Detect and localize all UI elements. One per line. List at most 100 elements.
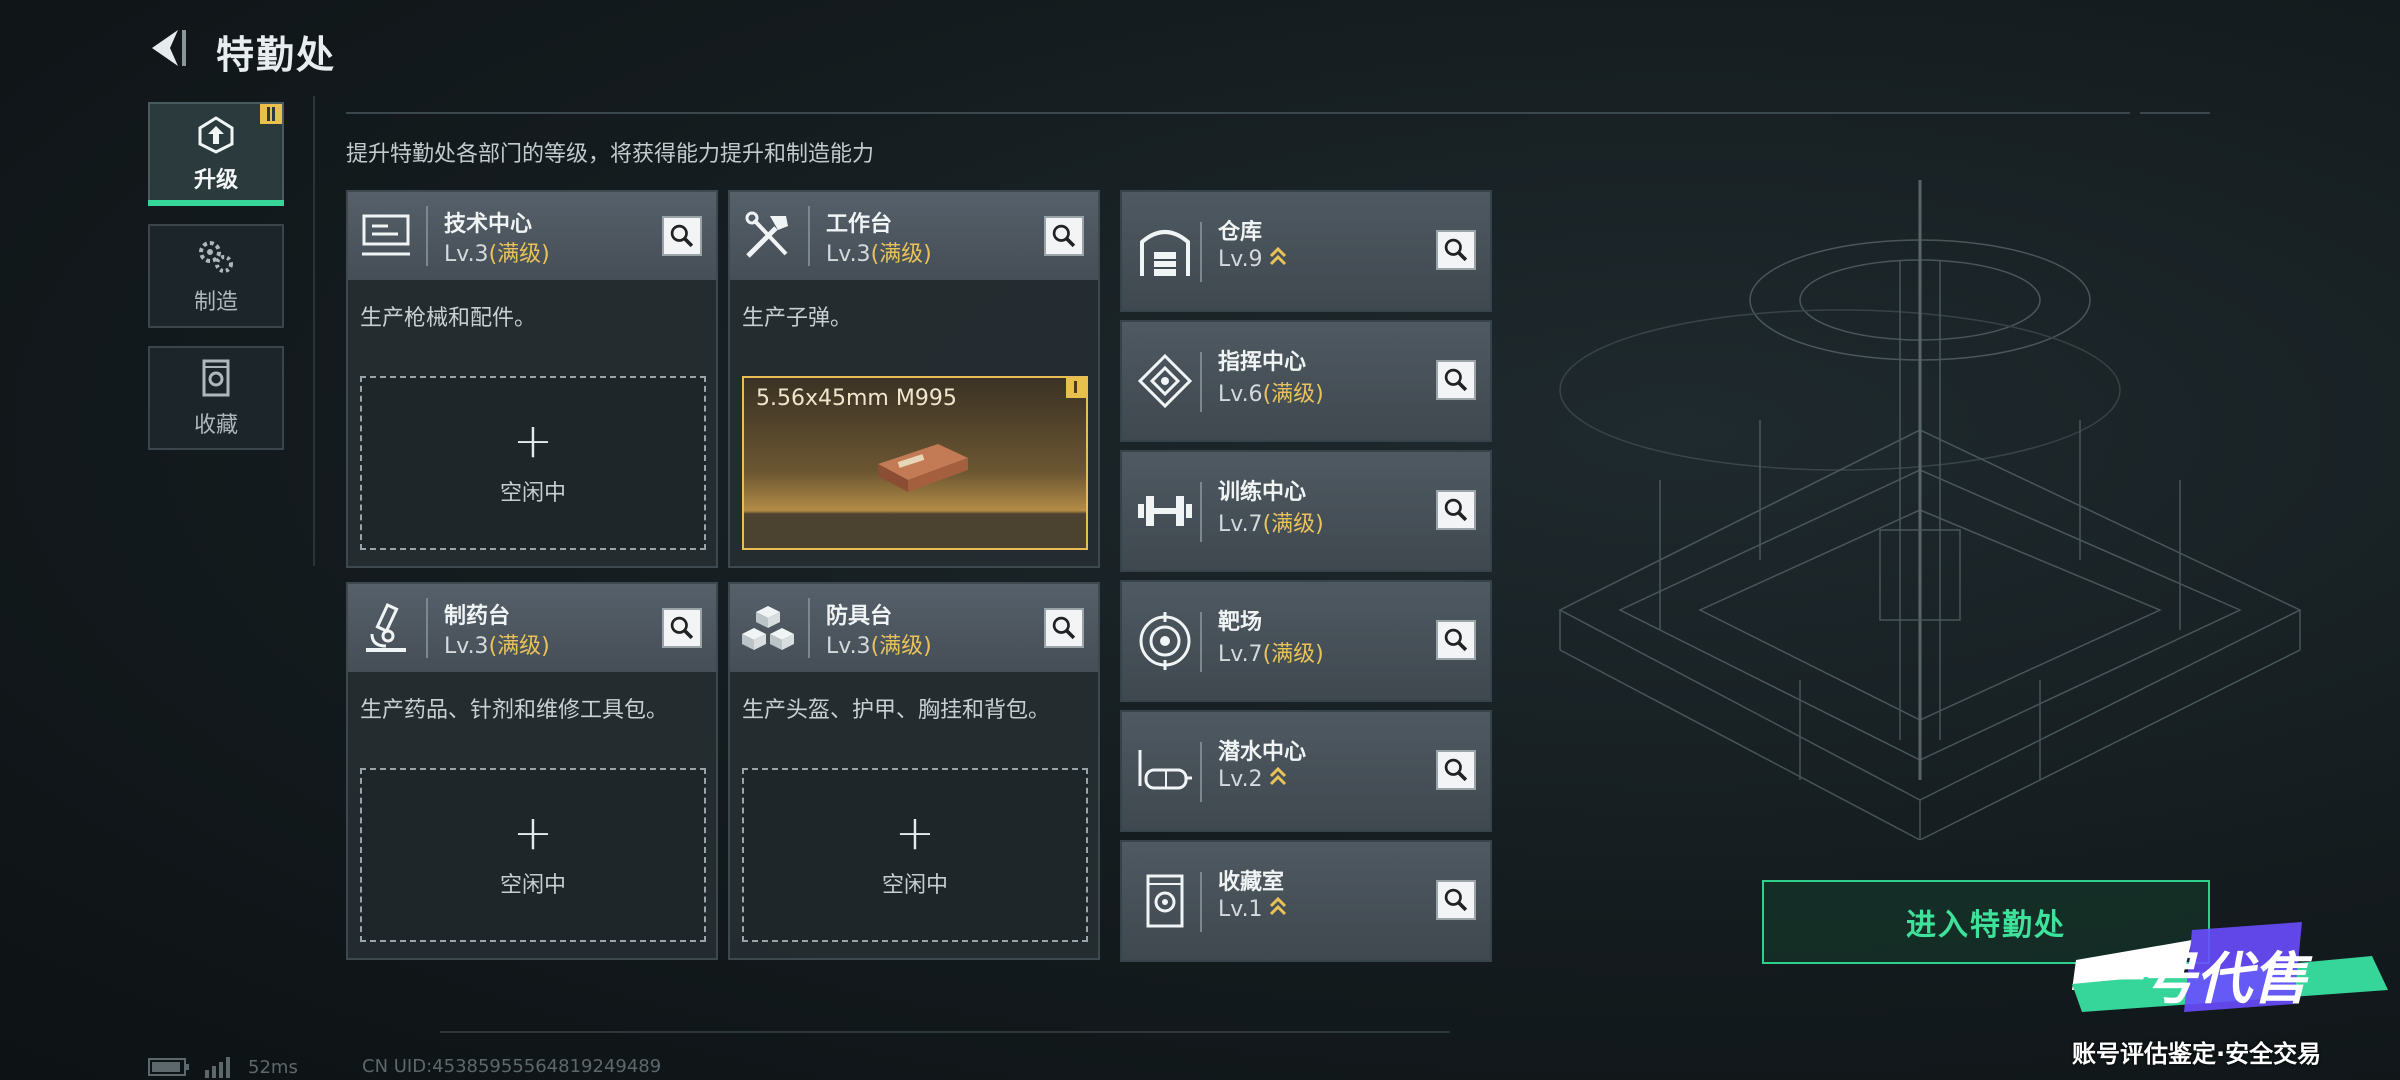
upgrade-chevron-icon — [1269, 246, 1286, 266]
header-divider — [346, 112, 2130, 114]
department-level: Lv.7(满级) — [1218, 512, 1324, 537]
user-uid: CN UID:4538595556481924948​9 — [362, 1056, 662, 1077]
upgrade-icon — [198, 116, 234, 154]
facility-level: Lv.3(满级) — [826, 242, 932, 267]
facility-card-pharmacy[interactable]: 制药台 Lv.3(满级) 生产药品、针剂和维修工具包。 + 空闲中 — [346, 582, 718, 960]
add-icon: + — [512, 805, 554, 861]
gears-icon — [199, 241, 233, 273]
ammo-box-icon — [878, 444, 968, 492]
search-icon[interactable] — [1044, 608, 1084, 648]
tab-upgrade[interactable]: 升级 — [148, 102, 284, 206]
header-separator — [426, 598, 428, 658]
watermark-tagline: 账号评估鉴定·安全交易 — [2072, 1040, 2322, 1068]
slot-status: 空闲中 — [499, 873, 566, 898]
header-separator — [1200, 352, 1202, 412]
search-icon[interactable] — [1436, 360, 1476, 400]
facility-level: Lv.3(满级) — [444, 242, 550, 267]
slot-status: 空闲中 — [499, 481, 566, 506]
header-separator — [808, 206, 810, 266]
facility-description: 生产头盔、护甲、胸挂和背包。 — [742, 698, 1051, 723]
diving-mask-icon — [1138, 750, 1192, 790]
department-warehouse[interactable]: 仓库 Lv.9 — [1120, 190, 1492, 312]
production-slot-active[interactable]: 5.56x45mm M995 — [742, 376, 1088, 550]
department-training-center[interactable]: 训练中心 Lv.7(满级) — [1120, 450, 1492, 572]
production-slot-empty[interactable]: + 空闲中 — [360, 376, 706, 550]
collection-icon — [202, 359, 230, 397]
status-bar: 52ms — [148, 1056, 298, 1078]
search-icon[interactable] — [1436, 490, 1476, 530]
bottom-divider — [440, 1031, 1450, 1033]
microscope-icon — [366, 603, 406, 652]
warehouse-icon — [1140, 230, 1190, 276]
department-command-center[interactable]: 指挥中心 Lv.6(满级) — [1120, 320, 1492, 442]
signal-icon — [205, 1057, 230, 1078]
search-icon[interactable] — [1436, 750, 1476, 790]
facility-level: Lv.3(满级) — [826, 634, 932, 659]
facility-name: 制药台 — [444, 604, 511, 629]
department-name: 仓库 — [1218, 220, 1263, 245]
department-shooting-range[interactable]: 靶场 Lv.7(满级) — [1120, 580, 1492, 702]
page-title: 特勤处 — [216, 33, 337, 77]
computer-icon — [362, 214, 410, 256]
search-icon[interactable] — [662, 216, 702, 256]
armor-crates-icon — [742, 606, 794, 650]
search-icon[interactable] — [662, 608, 702, 648]
header-separator — [1200, 612, 1202, 672]
tab-collection[interactable]: 收藏 — [148, 346, 284, 450]
tools-icon — [745, 211, 788, 258]
header-separator — [1200, 482, 1202, 542]
facility-level: Lv.3(满级) — [444, 634, 550, 659]
search-icon[interactable] — [1436, 230, 1476, 270]
upgrade-chevron-icon — [1269, 896, 1286, 916]
add-icon: + — [512, 413, 554, 469]
department-level: Lv.6(满级) — [1218, 382, 1324, 407]
facility-name: 防具台 — [826, 604, 893, 629]
header-separator — [808, 598, 810, 658]
tab-craft[interactable]: 制造 — [148, 224, 284, 328]
production-slot-empty[interactable]: + 空闲中 — [360, 768, 706, 942]
back-arrow-icon[interactable] — [148, 26, 188, 70]
header-separator — [1200, 222, 1202, 282]
department-collection-room[interactable]: 收藏室 Lv.1 — [1120, 840, 1492, 962]
facility-name: 技术中心 — [444, 212, 533, 237]
search-icon[interactable] — [1436, 880, 1476, 920]
tab-label: 收藏 — [193, 413, 238, 438]
department-name: 收藏室 — [1218, 870, 1285, 895]
department-name: 潜水中心 — [1218, 740, 1307, 765]
product-name: 5.56x45mm M995 — [756, 386, 957, 411]
department-level: Lv.7(满级) — [1218, 642, 1324, 667]
slot-status: 空闲中 — [881, 873, 948, 898]
search-icon[interactable] — [1436, 620, 1476, 660]
facility-description: 生产子弹。 — [742, 306, 853, 331]
header-separator — [426, 206, 428, 266]
header-separator — [1200, 742, 1202, 802]
active-indicator — [148, 200, 284, 206]
department-name: 指挥中心 — [1218, 350, 1307, 375]
svg-text:一号代售: 一号代售 — [2084, 947, 2313, 1012]
department-name: 靶场 — [1218, 610, 1263, 635]
dumbbell-icon — [1138, 496, 1192, 526]
department-level: Lv.1 — [1218, 896, 1287, 922]
facility-description: 生产枪械和配件。 — [360, 306, 537, 331]
building-schematic — [1558, 180, 2302, 840]
facility-card-armor-bench[interactable]: 防具台 Lv.3(满级) 生产头盔、护甲、胸挂和背包。 + 空闲中 — [728, 582, 1100, 960]
search-icon[interactable] — [1044, 216, 1084, 256]
department-level: Lv.9 — [1218, 246, 1287, 272]
tab-label: 升级 — [193, 168, 238, 193]
header-separator — [1200, 872, 1202, 932]
facility-name: 工作台 — [826, 212, 893, 237]
alert-badge — [260, 104, 282, 124]
command-center-icon — [1137, 353, 1193, 409]
add-icon: + — [894, 805, 936, 861]
page-subtitle: 提升特勤处各部门的等级，将获得能力提升和制造能力 — [346, 142, 875, 167]
target-icon — [1139, 612, 1191, 670]
facility-card-tech-center[interactable]: 技术中心 Lv.3(满级) 生产枪械和配件。 + 空闲中 — [346, 190, 718, 568]
tab-label: 制造 — [193, 290, 238, 315]
department-diving-center[interactable]: 潜水中心 Lv.2 — [1120, 710, 1492, 832]
alert-badge — [1066, 378, 1086, 398]
battery-icon — [148, 1058, 189, 1076]
facility-card-workbench[interactable]: 工作台 Lv.3(满级) 生产子弹。 5.56x45mm M995 — [728, 190, 1100, 568]
frame-line — [313, 96, 315, 566]
collection-room-icon — [1146, 874, 1184, 928]
production-slot-empty[interactable]: + 空闲中 — [742, 768, 1088, 942]
